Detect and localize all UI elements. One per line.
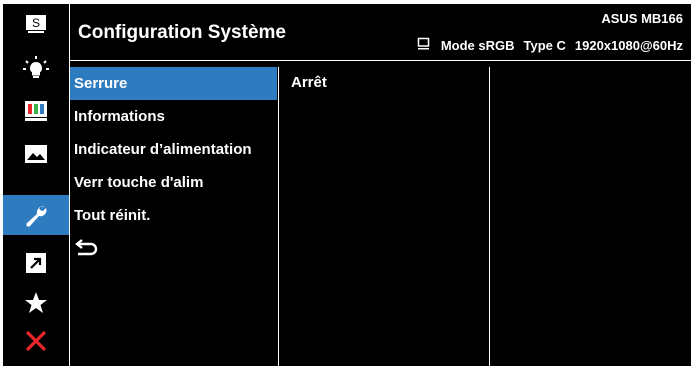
- menu-divider: [278, 67, 279, 366]
- menu-item-power-indicator[interactable]: Indicateur d’alimentation: [70, 133, 277, 166]
- header-divider: [70, 60, 691, 61]
- model-name: ASUS MB166: [601, 11, 683, 26]
- menu-item-label: Indicateur d’alimentation: [74, 141, 252, 158]
- menu-item-serrure[interactable]: Serrure: [70, 67, 277, 100]
- color-icon[interactable]: [3, 92, 69, 130]
- menu-item-label: Tout réinit.: [74, 207, 151, 224]
- mode-label: Mode sRGB: [440, 37, 515, 53]
- menu-item-label: Serrure: [74, 75, 128, 92]
- system-menu: Serrure Informations Indicateur d’alimen…: [70, 67, 277, 265]
- menu-item-label: Verr touche d'alim: [74, 174, 204, 191]
- status-line: Mode sRGB Type C 1920x1080@60Hz: [417, 37, 683, 53]
- input-label: Type C: [523, 37, 566, 53]
- back-arrow-icon: [74, 238, 98, 260]
- image-icon[interactable]: [3, 135, 69, 173]
- back-button[interactable]: [70, 232, 277, 265]
- system-setup-icon[interactable]: [3, 195, 69, 235]
- header: Configuration Système ASUS MB166 Mode sR…: [70, 4, 691, 54]
- icon-sidebar: S: [3, 4, 69, 366]
- osd-menu: S Configuration Système ASUS MB166 Mode …: [3, 4, 691, 366]
- submenu-divider: [489, 67, 490, 366]
- menu-item-informations[interactable]: Informations: [70, 100, 277, 133]
- my-favorite-icon[interactable]: [3, 284, 69, 322]
- close-icon[interactable]: [3, 322, 69, 360]
- submenu-option-arret[interactable]: Arrêt: [291, 74, 327, 91]
- resolution-label: 1920x1080@60Hz: [574, 37, 683, 53]
- menu-item-power-key-lock[interactable]: Verr touche d'alim: [70, 166, 277, 199]
- svg-text:S: S: [32, 16, 40, 30]
- menu-item-reset-all[interactable]: Tout réinit.: [70, 199, 277, 232]
- splendid-icon[interactable]: S: [3, 6, 69, 44]
- shortcut-icon[interactable]: [3, 244, 69, 282]
- monitor-icon: [417, 37, 430, 53]
- blue-light-filter-icon[interactable]: [3, 50, 69, 88]
- menu-item-label: Informations: [74, 108, 165, 125]
- page-title: Configuration Système: [78, 22, 286, 43]
